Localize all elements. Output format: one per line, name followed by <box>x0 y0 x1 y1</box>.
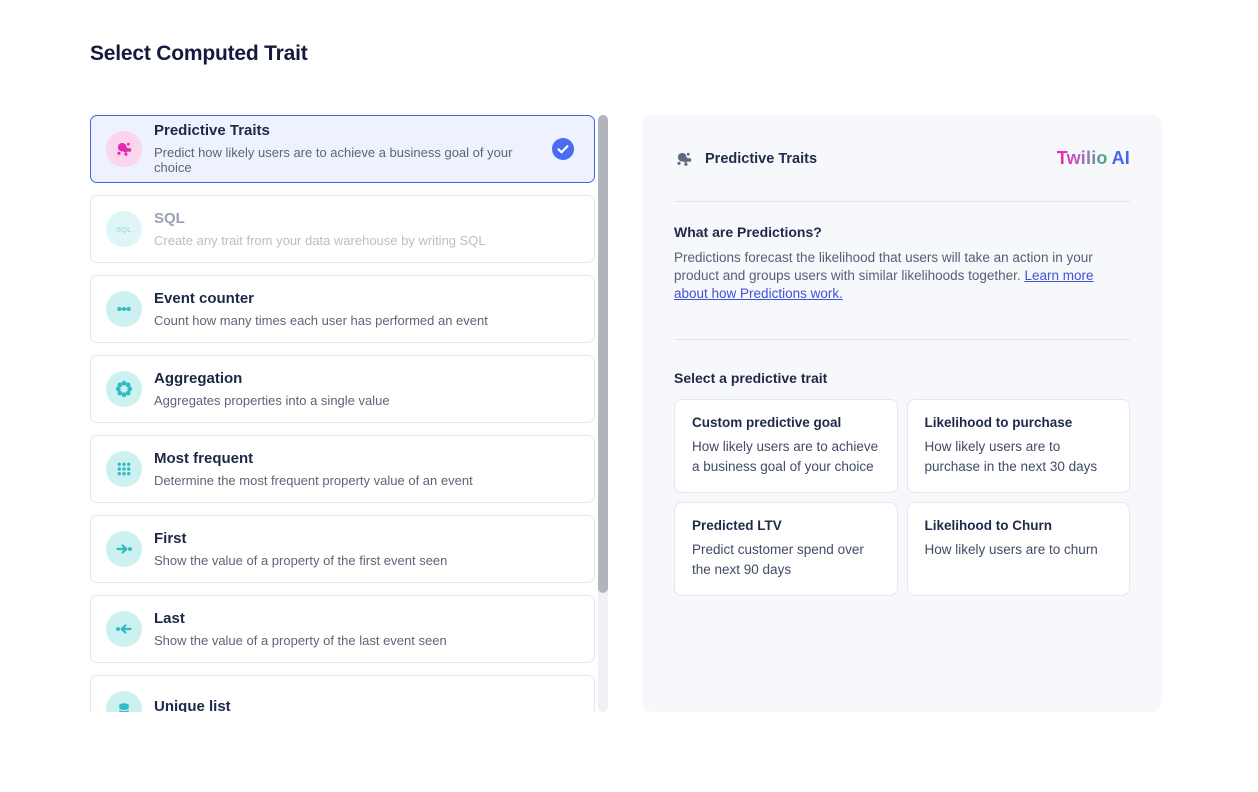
trait-description: Show the value of a property of the last… <box>154 633 574 649</box>
predictions-heading: What are Predictions? <box>674 224 1130 240</box>
trait-title: First <box>154 530 574 549</box>
trait-list-item-predictive-traits[interactable]: Predictive Traits Predict how likely use… <box>90 115 595 183</box>
card-title: Likelihood to Churn <box>925 518 1113 533</box>
selected-check-icon <box>552 138 574 160</box>
trait-title: SQL <box>154 210 574 229</box>
trait-title: Predictive Traits <box>154 122 542 141</box>
card-title: Predicted LTV <box>692 518 880 533</box>
trait-list-item-last[interactable]: Last Show the value of a property of the… <box>90 595 595 663</box>
first-icon <box>106 531 142 567</box>
trait-list: Predictive Traits Predict how likely use… <box>90 115 595 712</box>
last-icon <box>106 611 142 647</box>
predictive-trait-card-custom-predictive-goal[interactable]: Custom predictive goal How likely users … <box>674 399 898 493</box>
section-divider <box>674 339 1130 340</box>
predictive-trait-card-likelihood-to-churn[interactable]: Likelihood to Churn How likely users are… <box>907 502 1131 596</box>
trait-title: Event counter <box>154 290 574 309</box>
header-divider <box>674 201 1130 202</box>
trait-list-item-event-counter[interactable]: Event counter Count how many times each … <box>90 275 595 343</box>
card-description: How likely users are to purchase in the … <box>925 437 1113 477</box>
card-description: How likely users are to achieve a busine… <box>692 437 880 477</box>
ai-wordmark: AI <box>1112 148 1130 168</box>
trait-title: Unique list <box>154 698 574 712</box>
trait-title: Aggregation <box>154 370 574 389</box>
twilio-wordmark: Twilio <box>1057 148 1108 168</box>
predictions-description: Predictions forecast the likelihood that… <box>674 249 1130 303</box>
svg-text:SQL: SQL <box>116 225 132 234</box>
page-title: Select Computed Trait <box>90 42 1258 66</box>
predictive-traits-detail-panel: Predictive Traits TwilioAI What are Pred… <box>642 115 1162 712</box>
predictive-trait-cards: Custom predictive goal How likely users … <box>674 399 1130 596</box>
predictive-trait-card-predicted-ltv[interactable]: Predicted LTV Predict customer spend ove… <box>674 502 898 596</box>
aggregation-icon <box>106 371 142 407</box>
select-predictive-trait-heading: Select a predictive trait <box>674 370 1130 386</box>
trait-description: Predict how likely users are to achieve … <box>154 145 542 176</box>
trait-list-item-most-frequent[interactable]: Most frequent Determine the most frequen… <box>90 435 595 503</box>
trait-title: Most frequent <box>154 450 574 469</box>
predictive-traits-icon <box>106 131 142 167</box>
sql-icon: SQL <box>106 211 142 247</box>
card-description: Predict customer spend over the next 90 … <box>692 540 880 580</box>
predictive-traits-icon <box>674 149 694 169</box>
event-counter-icon <box>106 291 142 327</box>
trait-description: Determine the most frequent property val… <box>154 473 574 489</box>
unique-list-icon <box>106 691 142 712</box>
trait-description: Create any trait from your data warehous… <box>154 233 574 249</box>
trait-description: Count how many times each user has perfo… <box>154 313 574 329</box>
twilio-ai-logo: TwilioAI <box>1057 148 1130 169</box>
trait-list-item-unique-list[interactable]: Unique list <box>90 675 595 712</box>
trait-list-item-sql: SQL SQL Create any trait from your data … <box>90 195 595 263</box>
card-title: Custom predictive goal <box>692 415 880 430</box>
card-title: Likelihood to purchase <box>925 415 1113 430</box>
trait-list-scrollbar[interactable] <box>598 115 608 712</box>
scrollbar-thumb[interactable] <box>598 115 608 593</box>
predictive-trait-card-likelihood-to-purchase[interactable]: Likelihood to purchase How likely users … <box>907 399 1131 493</box>
select-computed-trait-layout: Predictive Traits Predict how likely use… <box>90 115 1258 712</box>
trait-list-item-first[interactable]: First Show the value of a property of th… <box>90 515 595 583</box>
trait-list-item-aggregation[interactable]: Aggregation Aggregates properties into a… <box>90 355 595 423</box>
detail-panel-title: Predictive Traits <box>705 151 817 167</box>
trait-description: Show the value of a property of the firs… <box>154 553 574 569</box>
card-description: How likely users are to churn <box>925 540 1113 560</box>
most-frequent-icon <box>106 451 142 487</box>
detail-panel-header: Predictive Traits TwilioAI <box>674 148 1130 169</box>
trait-title: Last <box>154 610 574 629</box>
trait-description: Aggregates properties into a single valu… <box>154 393 574 409</box>
